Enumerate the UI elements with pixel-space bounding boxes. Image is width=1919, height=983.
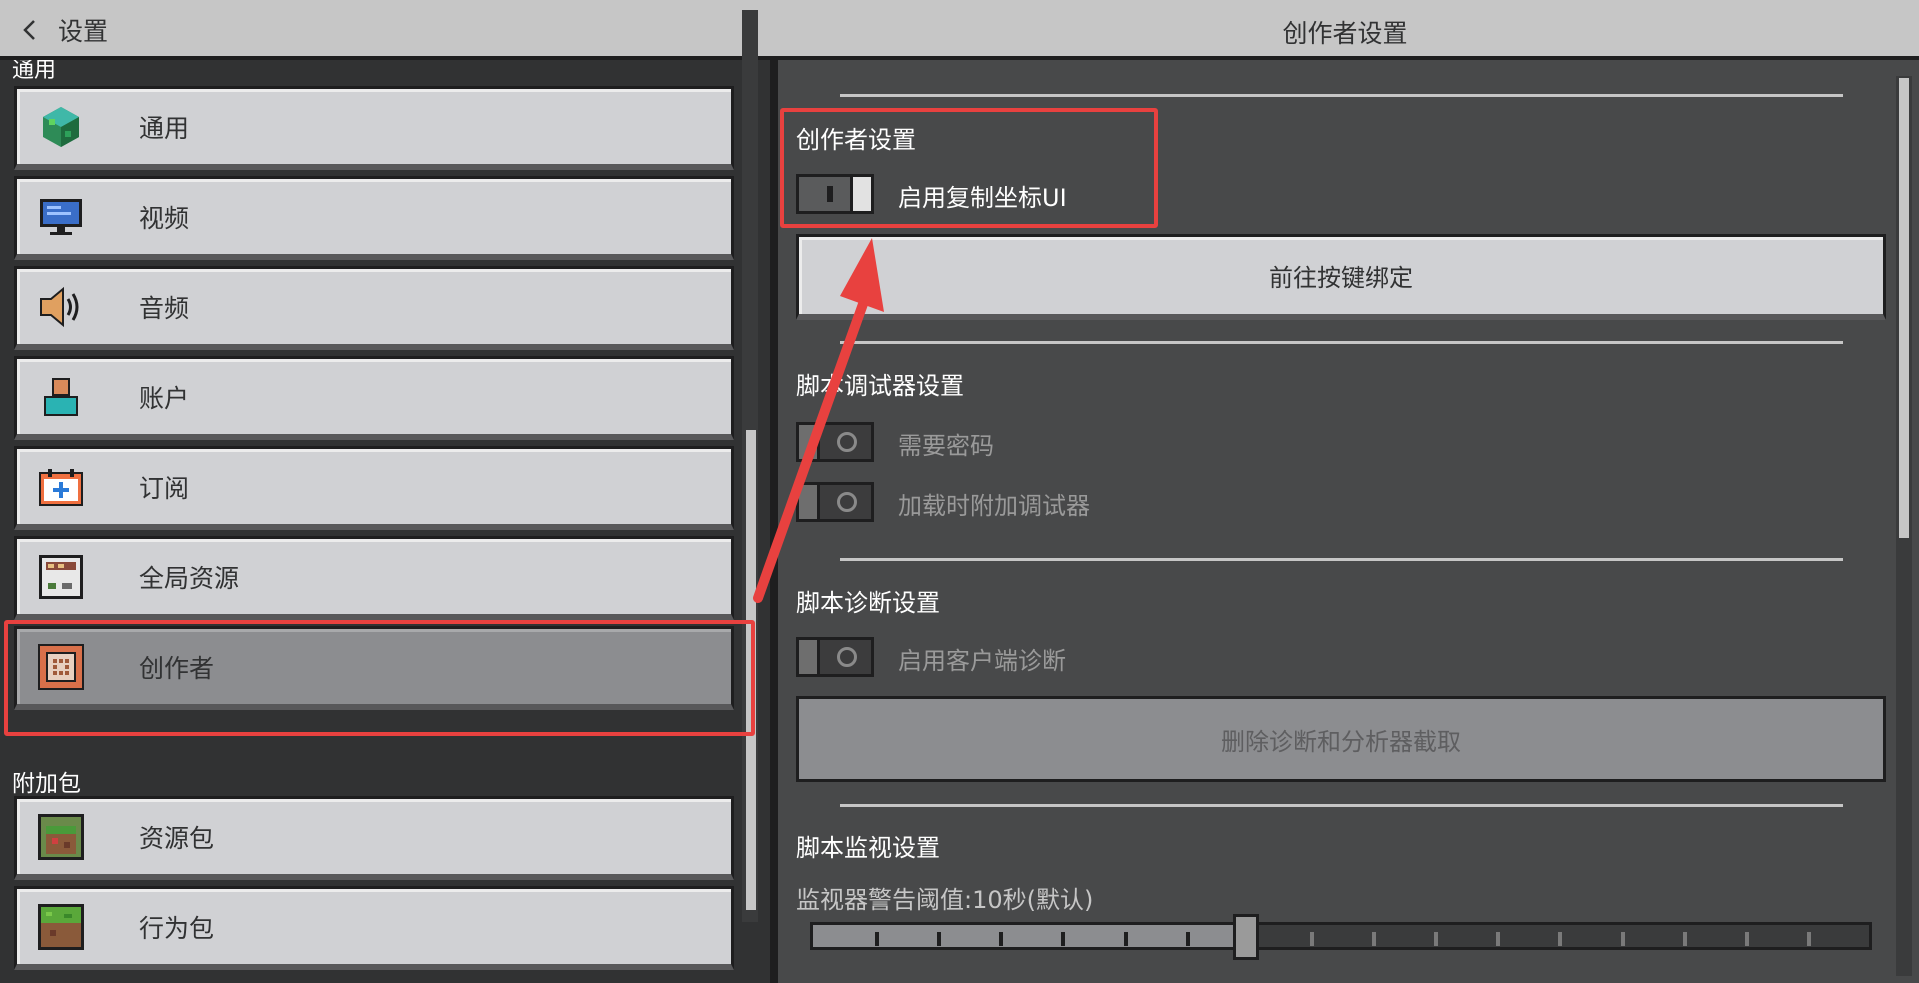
section-label-addons: 附加包 xyxy=(12,771,81,797)
sidebar-item-label: 账户 xyxy=(139,383,190,413)
monitor-icon xyxy=(35,191,87,243)
sidebar-item-label: 通用 xyxy=(139,113,190,143)
sidebar-item-label: 音频 xyxy=(139,293,190,323)
client-diagnostics-label: 启用客户端诊断 xyxy=(898,647,1066,675)
highlight-box-copy-coordinates xyxy=(780,108,1158,228)
delete-diagnostics-button[interactable]: 删除诊断和分析器截取 xyxy=(796,696,1886,782)
highlight-box-creator xyxy=(4,620,755,736)
sidebar-item-resource-packs[interactable]: 资源包 xyxy=(14,796,734,880)
sidebar-item-label: 视频 xyxy=(139,203,190,233)
toggle-knob xyxy=(796,422,820,462)
back-label: 设置 xyxy=(58,17,109,46)
section-label-general: 通用 xyxy=(12,60,57,82)
title-bar: 设置 创作者设置 xyxy=(0,0,1919,60)
slider-thumb[interactable] xyxy=(1233,914,1259,960)
slider-tick xyxy=(1807,932,1811,946)
sidebar-item-general[interactable]: 通用 xyxy=(14,86,734,170)
sidebar-item-global-resources[interactable]: 全局资源 xyxy=(14,536,734,620)
slider-tick xyxy=(1061,932,1065,946)
slider-tick xyxy=(875,932,879,946)
client-diagnostics-toggle[interactable] xyxy=(796,637,874,677)
sidebar-item-label: 订阅 xyxy=(139,473,190,503)
sidebar-item-account[interactable]: 账户 xyxy=(14,356,734,440)
slider-tick xyxy=(999,932,1003,946)
speaker-icon xyxy=(35,281,87,333)
behavior-pack-icon xyxy=(35,901,87,953)
section-title-watchdog: 脚本监视设置 xyxy=(796,834,940,862)
slider-tick xyxy=(1745,932,1749,946)
sidebar-item-label: 资源包 xyxy=(139,823,215,853)
page-title: 创作者设置 xyxy=(1282,19,1408,48)
section-title-diagnostics: 脚本诊断设置 xyxy=(796,589,940,617)
attach-debugger-label: 加载时附加调试器 xyxy=(898,492,1090,520)
chevron-left-icon xyxy=(23,20,35,40)
grass-globe-icon xyxy=(35,101,87,153)
keybinding-button[interactable]: 前往按键绑定 xyxy=(796,234,1886,320)
slider-tick xyxy=(1186,932,1190,946)
watchdog-threshold-slider[interactable] xyxy=(810,922,1872,950)
sidebar-item-label: 行为包 xyxy=(139,913,215,943)
slider-tick xyxy=(1496,932,1500,946)
slider-tick xyxy=(1372,932,1376,946)
slider-tick xyxy=(1434,932,1438,946)
toggle-off-ring xyxy=(837,432,857,452)
subscription-icon xyxy=(35,461,87,513)
toggle-off-ring xyxy=(837,492,857,512)
account-icon xyxy=(35,371,87,423)
slider-tick xyxy=(1683,932,1687,946)
attach-debugger-toggle[interactable] xyxy=(796,482,874,522)
sidebar-item-video[interactable]: 视频 xyxy=(14,176,734,260)
slider-tick xyxy=(1124,932,1128,946)
global-resources-icon xyxy=(35,551,87,603)
require-password-toggle[interactable] xyxy=(796,422,874,462)
toggle-knob xyxy=(796,482,820,522)
require-password-label: 需要密码 xyxy=(898,432,994,460)
divider xyxy=(840,804,1843,807)
panel-divider xyxy=(770,60,778,983)
divider xyxy=(840,341,1843,344)
slider-tick xyxy=(1621,932,1625,946)
back-button[interactable]: 设置 xyxy=(18,10,108,50)
divider xyxy=(840,558,1843,561)
slider-tick xyxy=(1310,932,1314,946)
sidebar-item-subscriptions[interactable]: 订阅 xyxy=(14,446,734,530)
content-scrollbar-thumb[interactable] xyxy=(1899,78,1909,538)
slider-tick xyxy=(937,932,941,946)
slider-tick xyxy=(1558,932,1562,946)
watchdog-threshold-label: 监视器警告阈值:10秒(默认) xyxy=(796,886,1094,914)
sidebar-item-label: 全局资源 xyxy=(139,563,240,593)
resource-pack-icon xyxy=(35,811,87,863)
sidebar-item-behavior-packs[interactable]: 行为包 xyxy=(14,886,734,970)
section-title-debugger: 脚本调试器设置 xyxy=(796,372,964,400)
toggle-knob xyxy=(796,637,820,677)
toggle-off-ring xyxy=(837,647,857,667)
sidebar-item-audio[interactable]: 音频 xyxy=(14,266,734,350)
divider xyxy=(840,94,1843,97)
